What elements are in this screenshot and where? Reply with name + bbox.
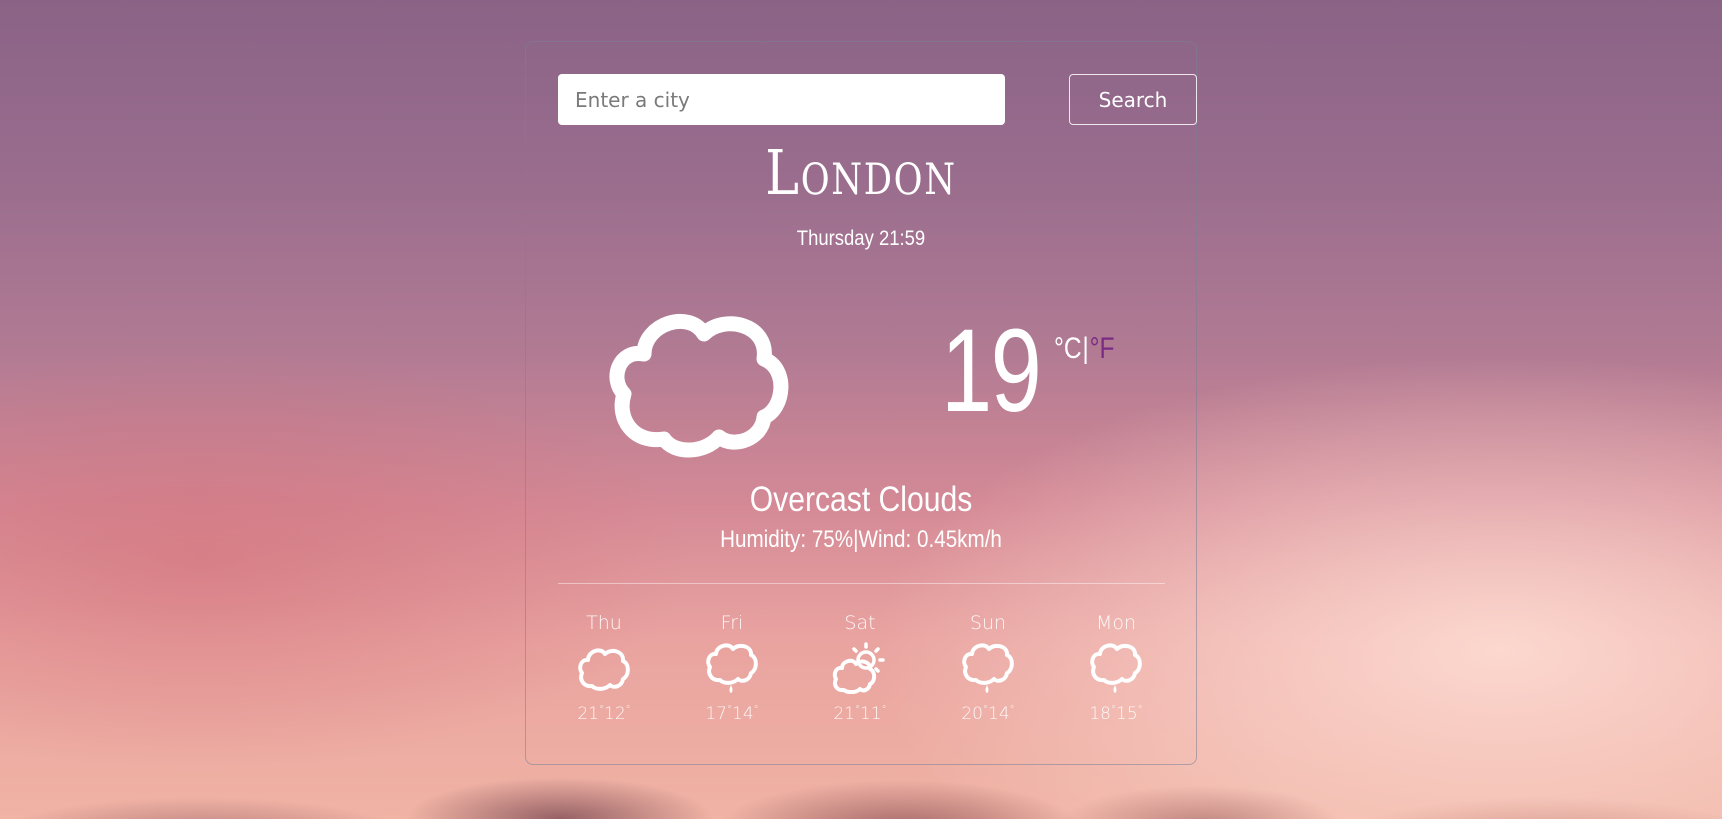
forecast-max: 21	[833, 704, 855, 724]
forecast-max: 17	[705, 704, 727, 724]
cloud-rain-icon	[962, 643, 1014, 693]
forecast-max: 18	[1089, 704, 1111, 724]
forecast-temps: 18°15°	[1089, 704, 1143, 724]
forecast-day-name: Thu	[586, 612, 622, 634]
cloud-rain-icon	[706, 643, 758, 693]
humidity-text: Humidity: 75%	[720, 526, 854, 553]
forecast-min: 12	[604, 704, 626, 724]
forecast-temps: 21°11°	[833, 704, 887, 724]
forecast-temps: 21°12°	[577, 704, 631, 724]
forecast-temps: 20°14°	[961, 704, 1015, 724]
forecast-day-name: Mon	[1095, 612, 1137, 634]
forecast-max: 21	[577, 704, 599, 724]
forecast-temps: 17°14°	[705, 704, 759, 724]
forecast-min: 14	[732, 704, 754, 724]
cloud-rain-icon	[1090, 643, 1142, 693]
forecast-day: Thu 21°12°	[554, 610, 654, 724]
current-datetime: Thursday 21:59	[796, 227, 926, 250]
divider	[558, 583, 1165, 584]
celsius-link[interactable]: °C	[1054, 332, 1082, 365]
forecast-row: Thu 21°12° Fri 17°14° Sat 21°11° Sun 20°…	[558, 610, 1165, 730]
city-search-input[interactable]	[558, 74, 1005, 125]
forecast-min: 14	[988, 704, 1010, 724]
forecast-day: Sun 20°14°	[938, 610, 1038, 724]
forecast-day: Mon 18°15°	[1066, 610, 1166, 724]
forecast-max: 20	[961, 704, 983, 724]
forecast-day: Fri 17°14°	[682, 610, 782, 724]
forecast-min: 15	[1116, 704, 1138, 724]
weather-card: Search London Thursday 21:59 19 °C|°F Ov…	[525, 41, 1197, 765]
forecast-day: Sat 21°11°	[810, 610, 910, 724]
forecast-min: 11	[860, 704, 882, 724]
forecast-day-name: Sat	[844, 612, 876, 634]
sun-cloud-icon	[832, 642, 885, 694]
city-name: London	[765, 136, 957, 209]
forecast-day-name: Sun	[969, 612, 1007, 634]
search-form: Search	[558, 74, 1197, 126]
current-temperature: 19	[941, 305, 1042, 437]
cloud-icon	[578, 648, 630, 691]
cloud-icon	[609, 313, 789, 458]
weather-description: Overcast Clouds	[749, 480, 973, 519]
fahrenheit-link[interactable]: °F	[1090, 332, 1115, 365]
search-button[interactable]: Search	[1069, 74, 1197, 125]
wind-text: Wind: 0.45km/h	[858, 526, 1002, 553]
forecast-day-name: Fri	[720, 612, 744, 634]
unit-separator: |	[1082, 332, 1089, 365]
unit-toggle: °C|°F	[1054, 332, 1115, 366]
weather-details: Humidity: 75%|Wind: 0.45km/h	[573, 526, 1149, 554]
